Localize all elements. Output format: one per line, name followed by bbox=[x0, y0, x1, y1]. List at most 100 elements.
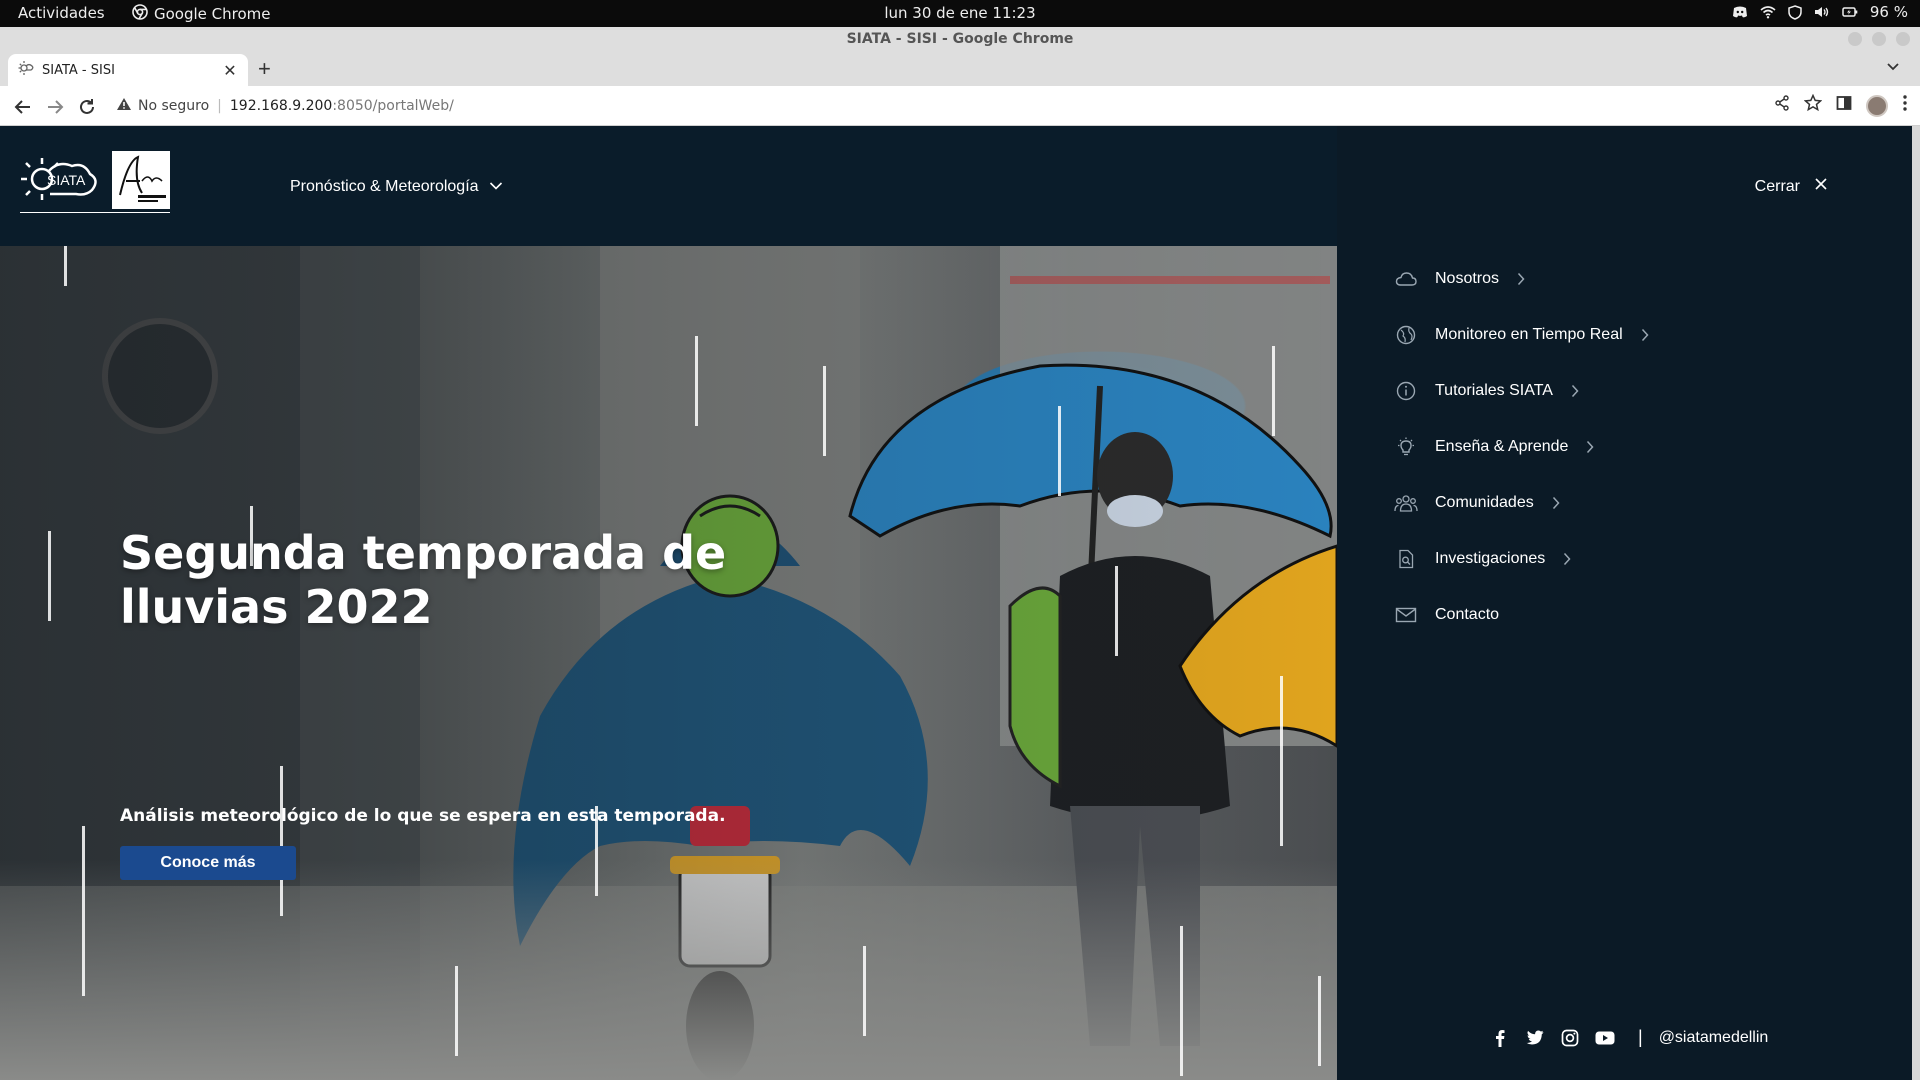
social-handle-link[interactable]: @siatamedellin bbox=[1659, 1029, 1769, 1047]
rain-streak bbox=[82, 826, 85, 996]
social-links: | @siatamedellin bbox=[1490, 1027, 1768, 1048]
tab-title: SIATA - SISI bbox=[42, 62, 115, 78]
globe-icon bbox=[1394, 323, 1418, 347]
back-arrow-icon[interactable] bbox=[12, 96, 34, 118]
forward-arrow-icon[interactable] bbox=[44, 96, 66, 118]
window-titlebar: SIATA - SISI - Google Chrome bbox=[0, 27, 1920, 51]
menu-item-tutoriales[interactable]: Tutoriales SIATA bbox=[1394, 363, 1649, 419]
youtube-icon[interactable] bbox=[1595, 1028, 1615, 1048]
chrome-icon bbox=[132, 4, 148, 24]
volume-icon[interactable] bbox=[1814, 5, 1830, 19]
tab-strip: SIATA - SISI ✕ + bbox=[0, 51, 1920, 86]
share-icon[interactable] bbox=[1774, 95, 1790, 116]
main-nav-label: Pronóstico & Meteorología bbox=[290, 178, 479, 195]
rain-streak bbox=[1180, 926, 1183, 1076]
close-menu-button[interactable]: Cerrar bbox=[1755, 177, 1828, 196]
rain-streak bbox=[64, 246, 67, 286]
tab-close-icon[interactable]: ✕ bbox=[222, 61, 238, 80]
rain-streak bbox=[280, 766, 283, 916]
chevron-down-icon bbox=[489, 178, 503, 196]
twitter-icon[interactable] bbox=[1525, 1028, 1545, 1048]
menu-item-contacto[interactable]: Contacto bbox=[1394, 587, 1649, 643]
rain-streak bbox=[695, 336, 698, 426]
facebook-icon[interactable] bbox=[1490, 1028, 1510, 1048]
hero-title: Segunda temporada de lluvias 2022 bbox=[120, 526, 727, 634]
side-panel-icon[interactable] bbox=[1836, 95, 1852, 116]
rain-streak bbox=[1058, 406, 1061, 496]
activities-button[interactable]: Actividades bbox=[18, 4, 105, 22]
battery-percent: 96 % bbox=[1869, 3, 1908, 21]
rain-streak bbox=[863, 946, 866, 1036]
system-top-bar: Actividades Google Chrome lun 30 de ene … bbox=[0, 0, 1920, 27]
cloud-icon bbox=[1394, 267, 1418, 291]
close-window-button[interactable] bbox=[1896, 32, 1910, 46]
warning-triangle-icon[interactable] bbox=[116, 97, 132, 115]
hero-ground-fade bbox=[0, 860, 1337, 1080]
rain-streak bbox=[1280, 676, 1283, 846]
browser-tab[interactable]: SIATA - SISI ✕ bbox=[8, 54, 248, 86]
site-header: SIATA Pronóstico & Meteorología bbox=[0, 126, 1337, 246]
people-icon bbox=[1394, 491, 1418, 515]
web-page: SIATA Pronóstico & Meteorología Segunda … bbox=[0, 126, 1920, 1080]
bookmark-star-icon[interactable] bbox=[1803, 93, 1823, 117]
chevron-right-icon bbox=[1517, 272, 1525, 286]
document-search-icon bbox=[1394, 547, 1418, 571]
navigation-buttons bbox=[12, 96, 98, 118]
url-path: :8050/portalWeb/ bbox=[332, 98, 454, 114]
close-icon bbox=[1814, 177, 1828, 196]
menu-item-label: Nosotros bbox=[1435, 270, 1500, 287]
close-menu-label: Cerrar bbox=[1754, 177, 1800, 195]
security-label[interactable]: No seguro bbox=[138, 98, 209, 114]
menu-item-label: Enseña & Aprende bbox=[1435, 438, 1569, 455]
window-title: SIATA - SISI - Google Chrome bbox=[846, 31, 1074, 47]
reload-icon[interactable] bbox=[76, 96, 98, 118]
siata-logo[interactable]: SIATA bbox=[18, 150, 100, 208]
instagram-icon[interactable] bbox=[1560, 1028, 1580, 1048]
main-nav-forecast[interactable]: Pronóstico & Meteorología bbox=[290, 178, 503, 196]
app-name: Google Chrome bbox=[154, 5, 271, 23]
address-bar[interactable]: No seguro | 192.168.9.200 :8050/portalWe… bbox=[116, 94, 454, 118]
menu-item-ensena-aprende[interactable]: Enseña & Aprende bbox=[1394, 419, 1649, 475]
rain-streak bbox=[1115, 566, 1118, 656]
menu-item-investigaciones[interactable]: Investigaciones bbox=[1394, 531, 1649, 587]
discord-icon[interactable] bbox=[1732, 5, 1748, 19]
lightbulb-icon bbox=[1394, 435, 1418, 459]
app-menu[interactable]: Google Chrome bbox=[132, 4, 271, 24]
menu-item-nosotros[interactable]: Nosotros bbox=[1394, 251, 1649, 307]
new-tab-button[interactable]: + bbox=[258, 56, 271, 82]
envelope-icon bbox=[1394, 603, 1418, 627]
side-menu-drawer: Cerrar Nosotros Monitoreo en Tiempo Real… bbox=[1337, 126, 1912, 1080]
wifi-icon[interactable] bbox=[1760, 5, 1776, 19]
toolbar-actions bbox=[1774, 93, 1908, 117]
chevron-right-icon bbox=[1586, 440, 1594, 454]
learn-more-button[interactable]: Conoce más bbox=[120, 846, 296, 880]
menu-item-label: Tutoriales SIATA bbox=[1435, 382, 1553, 399]
battery-icon[interactable] bbox=[1842, 6, 1858, 18]
browser-toolbar: No seguro | 192.168.9.200 :8050/portalWe… bbox=[0, 86, 1920, 126]
url-host: 192.168.9.200 bbox=[229, 98, 333, 114]
profile-avatar[interactable] bbox=[1866, 94, 1888, 117]
rain-streak bbox=[823, 366, 826, 456]
shield-icon[interactable] bbox=[1788, 4, 1802, 20]
maximize-button[interactable] bbox=[1872, 32, 1886, 46]
menu-item-comunidades[interactable]: Comunidades bbox=[1394, 475, 1649, 531]
hero-subtitle: Análisis meteorológico de lo que se espe… bbox=[120, 806, 726, 826]
system-tray[interactable]: 96 % bbox=[1732, 3, 1908, 21]
logo-tagline-strip bbox=[20, 212, 170, 218]
window-controls bbox=[1848, 32, 1910, 46]
chevron-right-icon bbox=[1571, 384, 1579, 398]
clock[interactable]: lun 30 de ene 11:23 bbox=[0, 4, 1920, 22]
address-separator: | bbox=[217, 98, 222, 114]
social-divider: | bbox=[1638, 1027, 1643, 1047]
minimize-button[interactable] bbox=[1848, 32, 1862, 46]
chevron-right-icon bbox=[1641, 328, 1649, 342]
page-scrollbar[interactable] bbox=[1912, 126, 1920, 1080]
tab-search-chevron-icon[interactable] bbox=[1886, 59, 1900, 77]
kebab-menu-icon[interactable] bbox=[1902, 94, 1908, 117]
rain-streak bbox=[455, 966, 458, 1056]
menu-item-label: Monitoreo en Tiempo Real bbox=[1435, 326, 1623, 343]
menu-item-label: Contacto bbox=[1435, 606, 1500, 623]
rain-streak bbox=[1272, 346, 1275, 436]
menu-item-monitoreo[interactable]: Monitoreo en Tiempo Real bbox=[1394, 307, 1649, 363]
area-metropolitana-logo[interactable] bbox=[112, 151, 170, 209]
